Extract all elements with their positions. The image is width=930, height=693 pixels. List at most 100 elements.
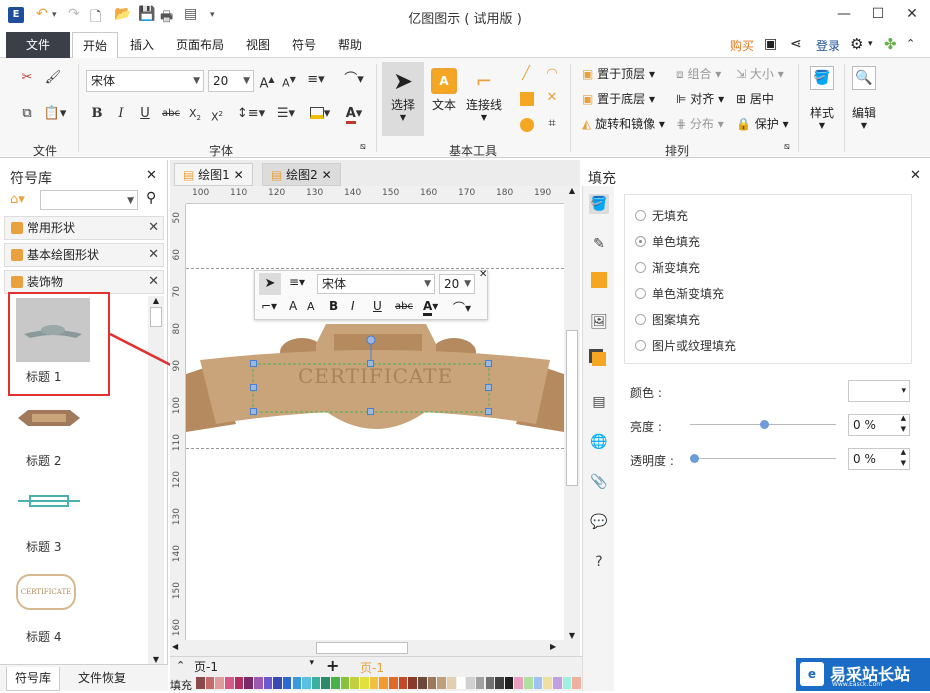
palette-swatch[interactable] <box>273 677 282 689</box>
palette-swatch[interactable] <box>437 677 446 689</box>
shrink-font-icon[interactable]: A▼ <box>280 70 298 92</box>
minimize-button[interactable]: — <box>834 6 854 22</box>
line-spacing-icon[interactable]: ↕≡▾ <box>236 104 266 126</box>
send-to-back-button[interactable]: ▣ 置于底层 ▾ <box>582 89 655 109</box>
attachment-icon[interactable]: 📎 <box>589 472 609 492</box>
search-icon[interactable]: ⚲ <box>146 190 156 206</box>
italic-icon[interactable]: I <box>351 299 355 313</box>
screenshot-icon[interactable]: ▣ <box>764 36 777 52</box>
selection-handle[interactable] <box>250 360 257 367</box>
subscript-icon[interactable]: X2 <box>186 104 204 126</box>
group-button[interactable]: ⧈ 组合 ▾ <box>676 64 721 84</box>
scroll-thumb[interactable] <box>566 330 578 486</box>
palette-swatch[interactable] <box>282 677 292 689</box>
palette-swatch[interactable] <box>215 677 224 689</box>
tab-file[interactable]: 文件 <box>6 32 70 58</box>
pointer-icon[interactable]: ➤ <box>259 273 281 295</box>
brightness-input[interactable]: 0 % ▲ ▼ <box>848 414 910 436</box>
palette-swatch[interactable] <box>253 677 263 689</box>
close-icon[interactable]: ✕ <box>322 168 332 182</box>
fill-option-pattern[interactable]: 图案填充 <box>635 311 700 328</box>
text-tool-button[interactable]: A 文本 <box>426 62 462 136</box>
close-button[interactable]: ✕ <box>902 6 922 22</box>
palette-swatch[interactable] <box>504 677 514 689</box>
connector-style-icon[interactable]: ⌐▾ <box>261 299 277 313</box>
bold-icon[interactable]: B <box>329 299 338 313</box>
palette-swatch[interactable] <box>350 677 360 689</box>
rotate-mirror-button[interactable]: ◭ 旋转和镜像 ▾ <box>582 114 665 134</box>
palette-swatch[interactable] <box>311 677 321 689</box>
edit-button[interactable]: 🔍 编辑 ▼ <box>846 66 882 148</box>
float-font-combo[interactable]: 宋体 ▼ <box>317 274 435 294</box>
align-button[interactable]: ⊫ 对齐 ▾ <box>676 89 724 109</box>
image-icon[interactable]: 🖼 <box>589 312 609 332</box>
transparency-input[interactable]: 0 % ▲ ▼ <box>848 448 910 470</box>
font-color-icon[interactable]: A▾ <box>340 104 368 126</box>
library-search-input[interactable]: ▼ <box>40 190 138 210</box>
palette-swatch[interactable] <box>321 677 331 689</box>
text-arc-icon[interactable]: ⌒▾ <box>453 299 471 316</box>
text-arc-icon[interactable]: ⌒▾ <box>340 70 368 92</box>
slider-knob[interactable] <box>760 420 769 429</box>
fill-bucket-icon[interactable]: 🪣 <box>589 194 609 214</box>
palette-swatch[interactable] <box>389 677 398 689</box>
select-tool-button[interactable]: ➤ 选择 ▼ <box>382 62 424 136</box>
fill-option-solid[interactable]: 单色填充 <box>635 233 700 250</box>
palette-swatch[interactable] <box>292 677 302 689</box>
tab-insert[interactable]: 插入 <box>120 32 164 58</box>
canvas-horizontal-scrollbar[interactable]: ◀ ▶ <box>170 640 580 656</box>
page-tab[interactable]: 页-1 <box>360 659 384 676</box>
selection-handle[interactable] <box>485 408 492 415</box>
arc-tool-icon[interactable]: ◠ <box>542 64 562 86</box>
brightness-slider[interactable] <box>690 420 836 429</box>
palette-swatch[interactable] <box>533 677 543 689</box>
align-text-icon[interactable]: ≡▾ <box>289 275 305 289</box>
center-button[interactable]: ⊞ 居中 <box>736 89 774 109</box>
doc-tab-2[interactable]: ▤ 绘图2 ✕ <box>262 163 341 186</box>
selection-handle[interactable] <box>485 384 492 391</box>
shape-item-title-1[interactable]: 标题 1 <box>8 292 110 396</box>
share-icon[interactable]: ⋖ <box>790 36 802 52</box>
superscript-icon[interactable]: X2 <box>208 104 226 126</box>
palette-swatch[interactable] <box>360 677 369 689</box>
spinner-icon[interactable]: ▲ ▼ <box>901 447 906 469</box>
ribbon-collapse-icon[interactable]: ⌃ <box>906 37 915 50</box>
fill-option-gradient[interactable]: 渐变填充 <box>635 259 700 276</box>
font-name-combo[interactable]: 宋体 ▼ <box>86 70 204 92</box>
tab-view[interactable]: 视图 <box>236 32 280 58</box>
align-text-icon[interactable]: ≡▾ <box>304 70 328 92</box>
font-dialog-launcher-icon[interactable]: ⧅ <box>360 142 366 152</box>
protect-button[interactable]: 🔒 保护 ▾ <box>736 114 789 134</box>
palette-swatch[interactable] <box>466 677 475 689</box>
palette-swatch[interactable] <box>543 677 553 689</box>
grow-font-icon[interactable]: A <box>289 299 297 313</box>
shape-item-title-3[interactable]: 标题 3 <box>10 486 110 570</box>
selection-handle[interactable] <box>485 360 492 367</box>
close-icon[interactable]: ✕ <box>148 217 159 239</box>
hyperlink-globe-icon[interactable]: 🌐 <box>589 432 609 452</box>
page-properties-icon[interactable]: ▤ <box>589 392 609 412</box>
palette-swatch[interactable] <box>562 677 572 689</box>
scroll-thumb[interactable] <box>316 642 408 654</box>
palette-swatch[interactable] <box>234 677 244 689</box>
scroll-left-icon[interactable]: ◀ <box>172 642 178 651</box>
scroll-up-icon[interactable]: ▲ <box>148 296 164 305</box>
settings-dropdown-icon[interactable]: ▾ <box>868 39 873 49</box>
palette-swatch[interactable] <box>205 677 215 689</box>
palette-swatch[interactable] <box>398 677 408 689</box>
login-link[interactable]: 登录 <box>816 37 840 54</box>
transparency-slider[interactable] <box>690 454 836 463</box>
tab-help[interactable]: 帮助 <box>328 32 372 58</box>
underline-icon[interactable]: U <box>136 104 154 126</box>
underline-icon[interactable]: U <box>373 299 382 313</box>
slider-knob[interactable] <box>690 454 699 463</box>
palette-swatch[interactable] <box>340 677 350 689</box>
section-common-shapes[interactable]: 常用形状 ✕ <box>4 216 164 240</box>
section-basic-drawing[interactable]: 基本绘图形状 ✕ <box>4 243 164 267</box>
arrange-dialog-launcher-icon[interactable]: ⧅ <box>784 142 790 152</box>
settings-gear-icon[interactable]: ⚙ <box>850 35 863 53</box>
palette-swatch[interactable] <box>475 677 485 689</box>
add-page-icon[interactable]: + <box>326 656 339 675</box>
page-select[interactable]: 页-1 ▾ <box>194 658 314 674</box>
crop-tool-icon[interactable]: ⌗ <box>542 114 562 136</box>
